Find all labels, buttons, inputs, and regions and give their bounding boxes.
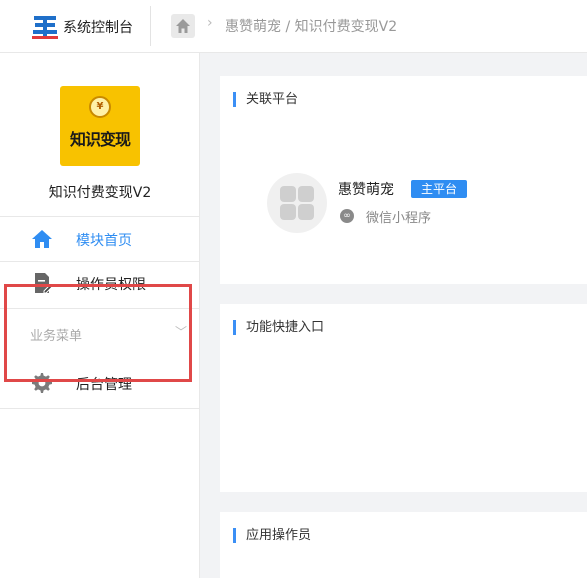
card-title: 关联平台 — [233, 92, 298, 107]
home-icon — [176, 19, 190, 33]
system-logo-icon[interactable] — [30, 13, 60, 41]
platform-name[interactable]: 惠赞萌宠 — [338, 179, 394, 199]
app-name: 知识付费变现V2 — [48, 185, 152, 201]
sidebar-item-module-home[interactable]: 模块首页 — [0, 217, 200, 261]
operators-card: 应用操作员 — [220, 512, 587, 578]
sidebar-item-label: 模块首页 — [76, 233, 132, 249]
coin-icon: ¥ — [89, 96, 111, 118]
chevron-right-icon: › — [207, 15, 213, 31]
home-icon — [32, 230, 52, 248]
console-title[interactable]: 系统控制台 — [63, 17, 133, 37]
linked-platform-card: 关联平台 惠赞萌宠 主平台 ∞ 微信小程序 — [220, 76, 587, 284]
divider — [0, 408, 200, 409]
breadcrumb[interactable]: 惠赞萌宠 / 知识付费变现V2 — [225, 16, 397, 36]
app-logo-text: 知识变现 — [69, 130, 131, 149]
app-logo: ¥ 知识变现 — [60, 86, 140, 166]
mini-program-icon: ∞ — [340, 209, 354, 223]
home-button[interactable] — [171, 14, 195, 38]
top-bar: 系统控制台 › 惠赞萌宠 / 知识付费变现V2 — [0, 0, 587, 53]
quick-entry-card: 功能快捷入口 — [220, 304, 587, 492]
platform-avatar[interactable] — [267, 173, 327, 233]
platform-type: 微信小程序 — [366, 211, 432, 226]
highlight-box — [4, 284, 192, 382]
card-title: 功能快捷入口 — [233, 320, 324, 335]
main-platform-badge: 主平台 — [411, 180, 467, 198]
card-title: 应用操作员 — [233, 528, 311, 543]
header-divider — [150, 6, 151, 46]
